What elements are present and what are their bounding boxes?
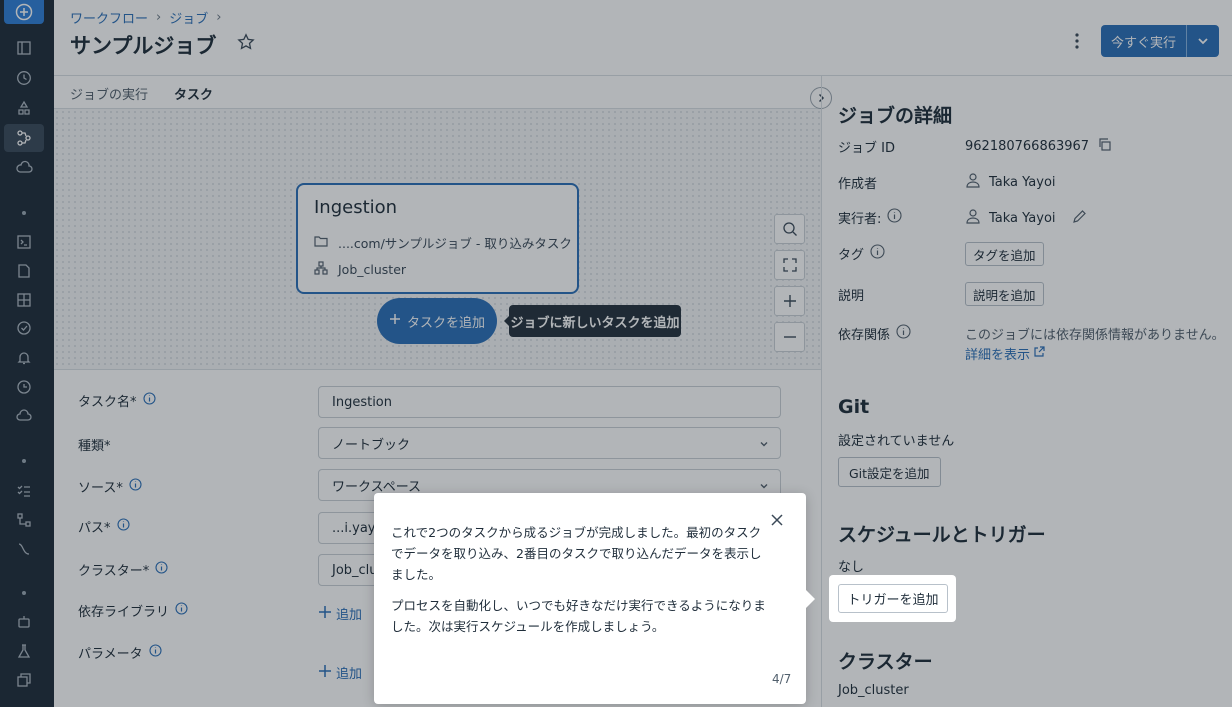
tour-popup: これで2つのタスクから成るジョブが完成しました。最初のタスクでデータを取り込み、…: [374, 493, 815, 704]
tour-text-2: プロセスを自動化し、いつでも好きなだけ実行できるようになりました。次は実行スケジ…: [391, 598, 766, 634]
tour-text-1: これで2つのタスクから成るジョブが完成しました。最初のタスクでデータを取り込み、…: [391, 525, 762, 582]
add-trigger-button[interactable]: トリガーを追加: [838, 584, 948, 613]
tour-step-counter: 4/7: [772, 672, 792, 686]
close-icon[interactable]: [770, 513, 784, 531]
